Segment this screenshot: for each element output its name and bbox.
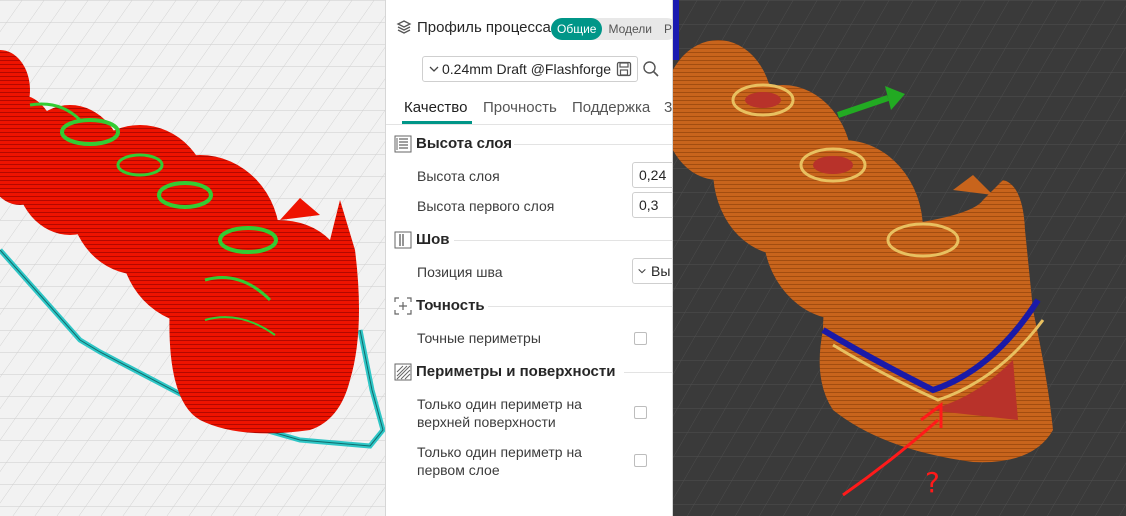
field-value: 0,24 <box>639 167 667 183</box>
preset-name: 0.24mm Draft @Flashforge <box>442 61 612 77</box>
search-icon[interactable] <box>642 60 660 78</box>
mode-tab-models[interactable]: Модели <box>602 18 658 40</box>
seam-icon <box>394 231 412 249</box>
panel-title: Профиль процесса <box>417 19 551 36</box>
one-wall-top-checkbox[interactable] <box>634 406 647 419</box>
divider <box>624 372 672 373</box>
chevron-down-icon <box>429 66 439 72</box>
save-icon[interactable] <box>616 61 632 77</box>
layers-icon <box>396 20 412 34</box>
section-precision: Точность <box>386 295 672 317</box>
section-layer-height: Высота слоя <box>386 133 672 155</box>
axis-marker <box>673 0 679 60</box>
divider <box>488 306 672 307</box>
panel-header: Профиль процесса Общие Модели P <box>386 0 672 48</box>
seam-position-dropdown[interactable]: Вы <box>632 258 672 284</box>
walls-surfaces-icon <box>394 363 412 381</box>
first-layer-height-label: Высота первого слоя <box>417 198 555 214</box>
one-wall-first-layer-checkbox[interactable] <box>634 454 647 467</box>
field-value: Вы <box>651 263 671 279</box>
precise-wall-label: Точные периметры <box>417 330 541 346</box>
viewport-left-canvas[interactable] <box>0 0 388 516</box>
process-profile-panel: Профиль процесса Общие Модели P 0.24mm D… <box>385 0 673 516</box>
section-seam: Шов <box>386 229 672 251</box>
mode-tab-more[interactable]: P <box>658 18 672 40</box>
tab-more[interactable]: 3 <box>664 99 672 116</box>
precision-icon <box>394 297 412 315</box>
one-wall-top-label-line2: верхней поверхности <box>417 414 556 430</box>
settings-tabs: Качество Прочность Поддержка 3 <box>386 96 672 125</box>
seam-position-label: Позиция шва <box>417 264 503 280</box>
section-title: Точность <box>416 297 485 314</box>
one-wall-first-layer-label-line2: первом слое <box>417 462 500 478</box>
viewport-left[interactable] <box>0 0 388 516</box>
viewport-right[interactable]: ? <box>673 0 1126 516</box>
section-title: Шов <box>416 231 450 248</box>
viewport-right-canvas[interactable]: ? <box>673 0 1126 516</box>
divider <box>454 240 672 241</box>
preset-dropdown[interactable]: 0.24mm Draft @Flashforge <box>422 56 638 82</box>
one-wall-top-label-line1: Только один периметр на <box>417 396 582 412</box>
layer-height-icon <box>394 135 412 153</box>
one-wall-first-layer-label-line1: Только один периметр на <box>417 444 582 460</box>
section-title: Периметры и поверхности <box>416 363 616 380</box>
layer-height-input[interactable]: 0,24 <box>632 162 672 188</box>
tab-strength[interactable]: Прочность <box>483 99 557 116</box>
section-walls-surfaces: Периметры и поверхности <box>386 361 672 383</box>
mode-switch[interactable]: Общие Модели P <box>551 18 672 40</box>
divider <box>514 144 672 145</box>
field-value: 0,3 <box>639 197 659 213</box>
mode-tab-general[interactable]: Общие <box>551 18 603 40</box>
tab-quality[interactable]: Качество <box>404 99 467 116</box>
layer-height-label: Высота слоя <box>417 168 500 184</box>
annotation-question-mark: ? <box>925 466 940 499</box>
precise-wall-checkbox[interactable] <box>634 332 647 345</box>
tab-support[interactable]: Поддержка <box>572 99 650 116</box>
active-tab-indicator <box>402 121 472 124</box>
section-title: Высота слоя <box>416 135 513 152</box>
chevron-down-icon <box>638 268 646 274</box>
first-layer-height-input[interactable]: 0,3 <box>632 192 672 218</box>
